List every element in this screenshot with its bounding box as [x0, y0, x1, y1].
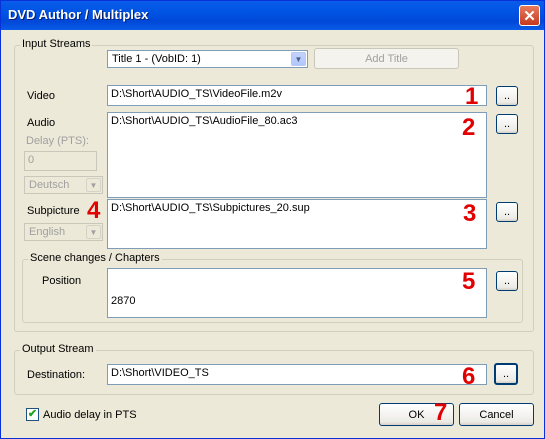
destination-label: Destination: — [27, 369, 86, 381]
subpicture-language-value: English — [29, 226, 66, 238]
dialog-client: Input Streams Title 1 - (VobID: 1) ▼ Add… — [4, 30, 541, 436]
delay-label: Delay (PTS): — [26, 135, 89, 147]
audio-delay-label[interactable]: Audio delay in PTS — [43, 409, 137, 421]
audio-label: Audio — [27, 117, 56, 129]
position-label: Position — [42, 275, 82, 287]
audio-language-value: Deutsch — [29, 179, 70, 191]
marker-2: 2 — [462, 114, 476, 141]
audio-file-list[interactable]: D:\Short\AUDIO_TS\AudioFile_80.ac3 — [107, 112, 487, 198]
scene-changes-legend: Scene changes / Chapters — [28, 252, 162, 264]
marker-4: 4 — [87, 197, 101, 224]
chapters-browse-button[interactable]: .. — [496, 271, 518, 291]
subpicture-file-list[interactable]: D:\Short\AUDIO_TS\Subpictures_20.sup — [107, 199, 487, 249]
marker-7: 7 — [434, 399, 448, 426]
chevron-down-icon[interactable]: ▼ — [291, 52, 306, 66]
subpicture-label: Subpicture — [27, 205, 80, 217]
cancel-button[interactable]: Cancel — [459, 403, 534, 426]
add-title-button[interactable]: Add Title — [314, 48, 459, 69]
audio-browse-button[interactable]: .. — [496, 114, 518, 134]
destination-field[interactable]: D:\Short\VIDEO_TS — [107, 364, 487, 385]
destination-browse-button[interactable]: .. — [494, 363, 518, 385]
marker-6: 6 — [462, 363, 476, 390]
window-title: DVD Author / Multiplex — [8, 7, 149, 22]
video-file-field[interactable]: D:\Short\AUDIO_TS\VideoFile.m2v — [107, 85, 487, 106]
audio-language-select[interactable]: Deutsch ▼ — [24, 176, 103, 194]
marker-1: 1 — [465, 83, 479, 110]
output-stream-legend: Output Stream — [20, 343, 96, 355]
chevron-down-icon[interactable]: ▼ — [86, 225, 101, 239]
marker-5: 5 — [462, 268, 476, 295]
title-bar[interactable]: DVD Author / Multiplex ✕ — [1, 1, 544, 30]
list-item: 2870 — [111, 295, 136, 307]
video-label: Video — [27, 90, 55, 102]
subpicture-language-select[interactable]: English ▼ — [24, 223, 103, 241]
delay-input[interactable]: 0 — [24, 151, 97, 171]
input-streams-legend: Input Streams — [20, 38, 93, 50]
audio-delay-checkbox[interactable]: ✔ — [26, 408, 39, 421]
marker-3: 3 — [463, 200, 477, 227]
title-select-value: Title 1 - (VobID: 1) — [112, 53, 201, 65]
close-icon[interactable]: ✕ — [519, 5, 540, 26]
subpicture-browse-button[interactable]: .. — [496, 202, 518, 222]
chevron-down-icon[interactable]: ▼ — [86, 178, 101, 192]
dvd-author-dialog: DVD Author / Multiplex ✕ Input Streams T… — [0, 0, 545, 439]
video-browse-button[interactable]: .. — [496, 86, 518, 106]
title-select[interactable]: Title 1 - (VobID: 1) ▼ — [107, 50, 308, 68]
chapter-positions-list[interactable]: 2870 12734 20760 — [107, 268, 487, 318]
